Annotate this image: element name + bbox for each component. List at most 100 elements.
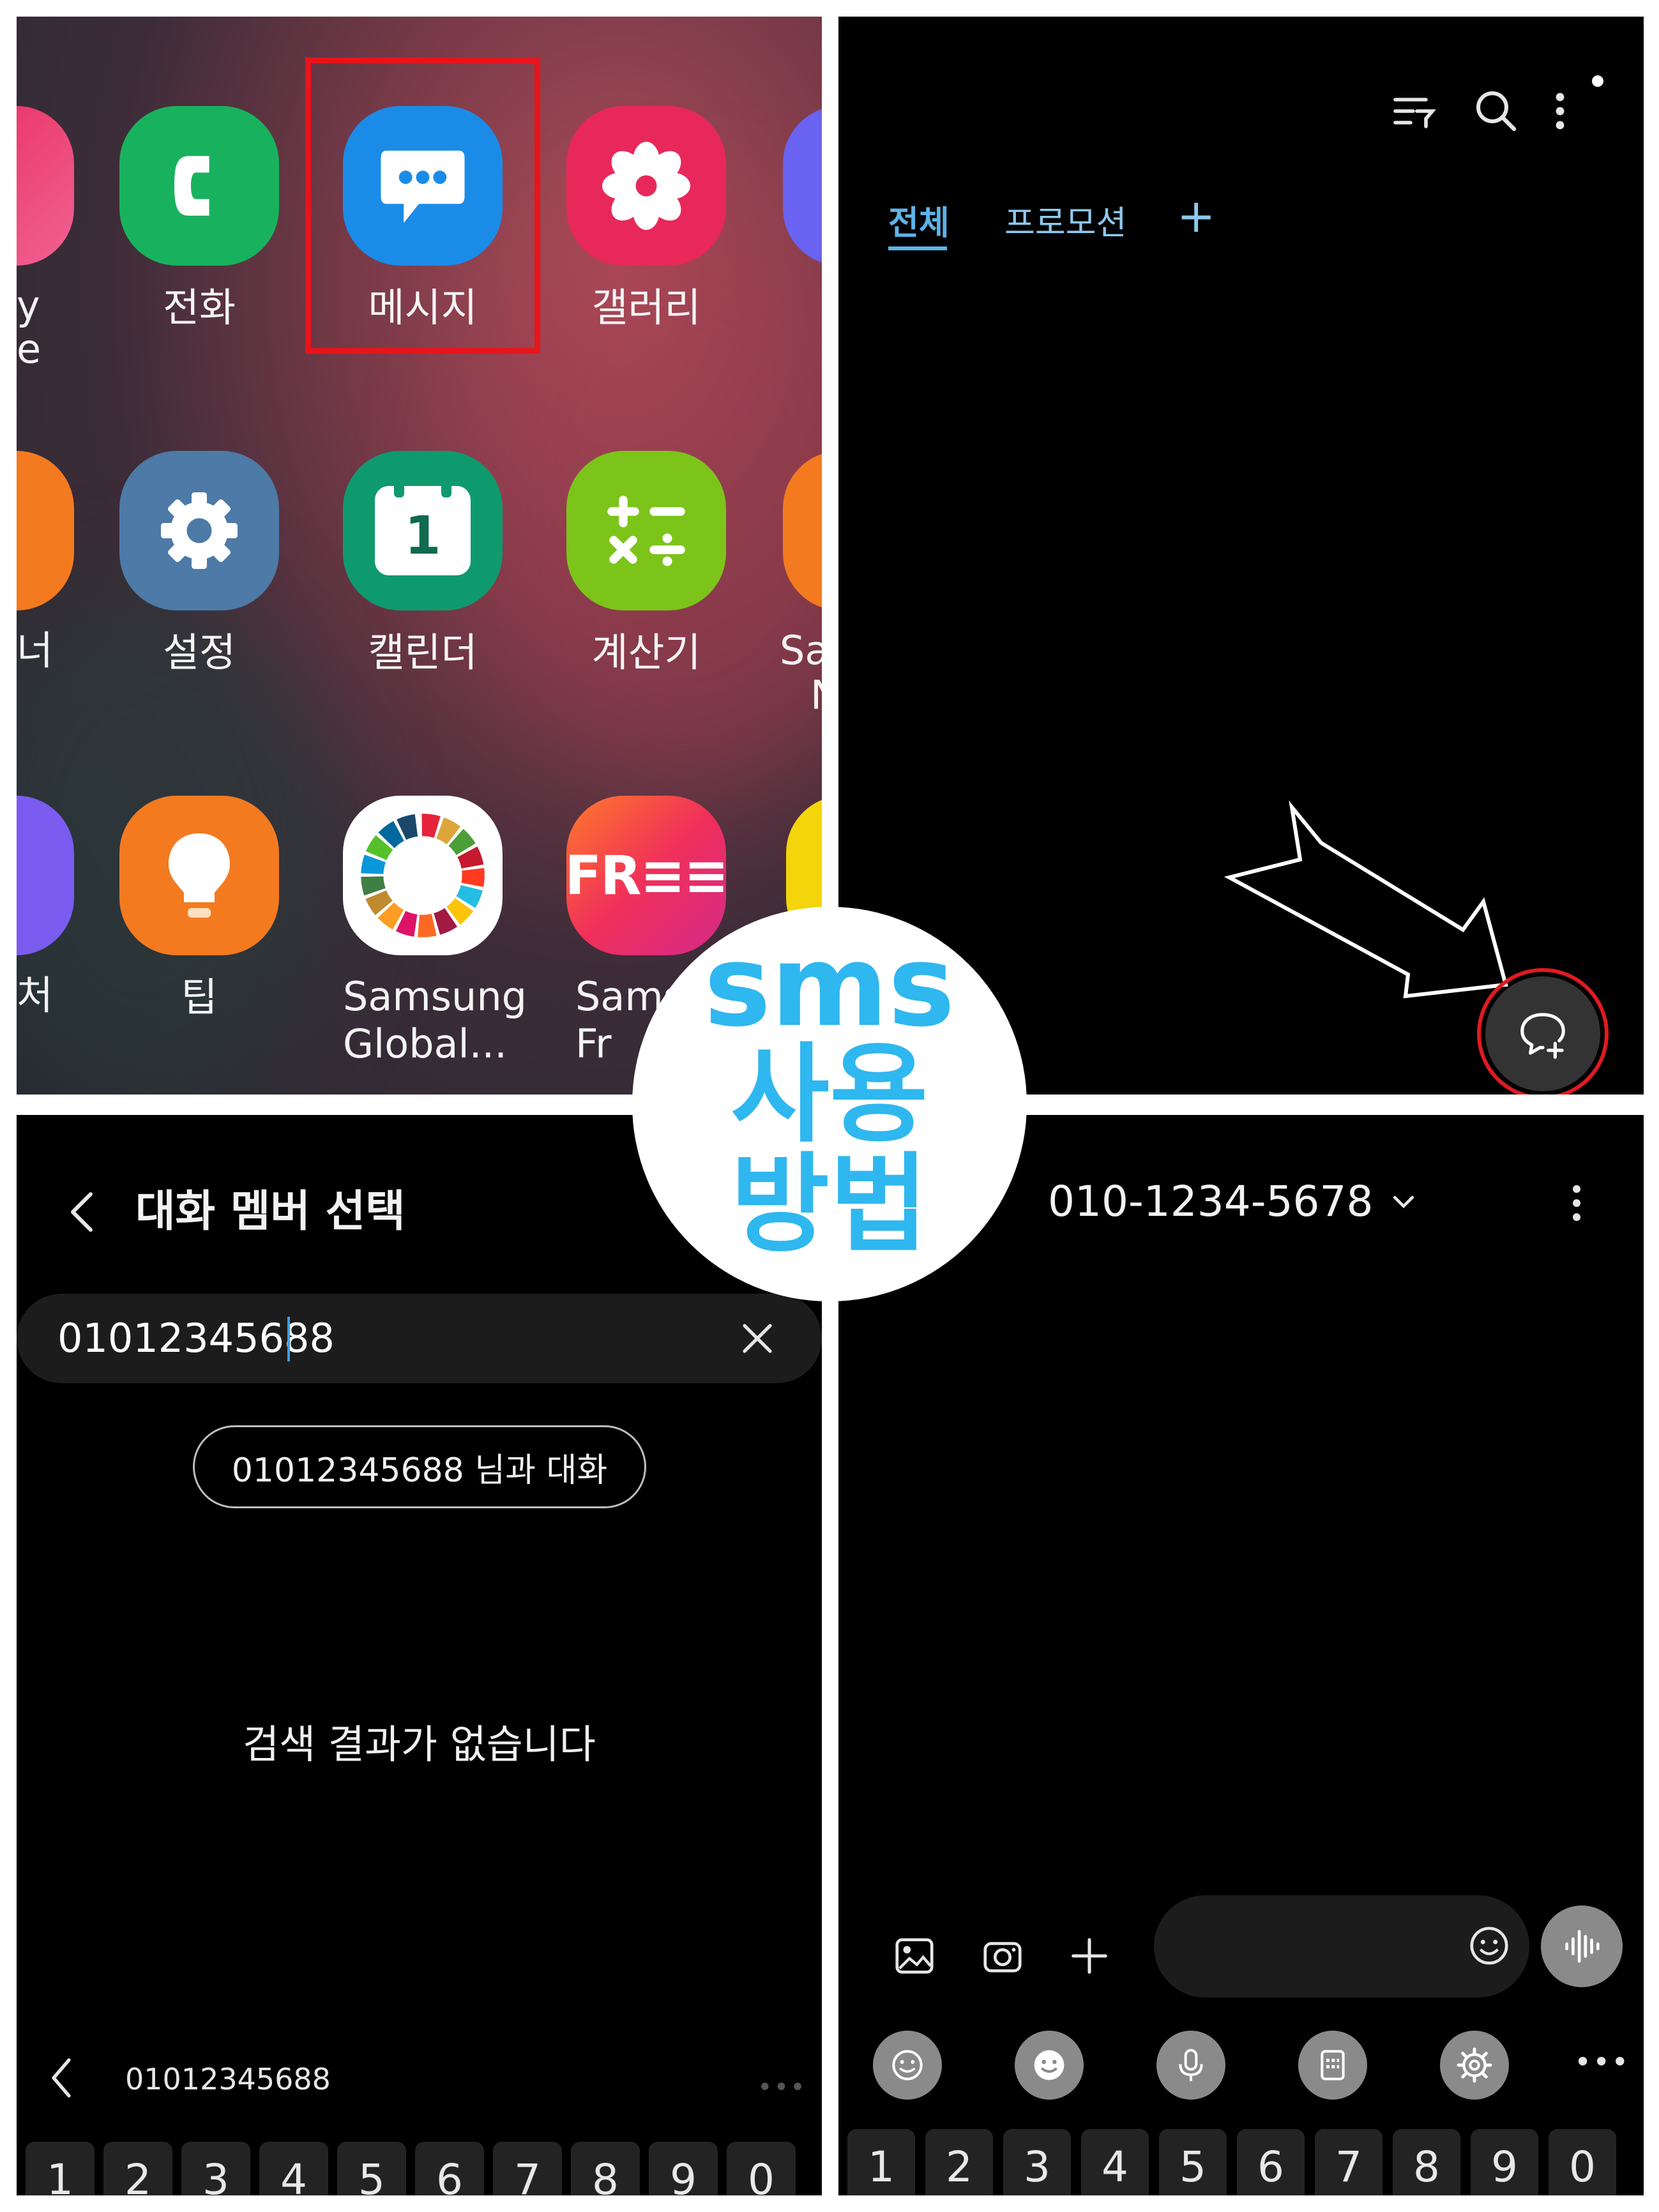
search-input-value: 01012345688 [57, 1315, 335, 1361]
key-7[interactable]: 7 [493, 2142, 562, 2195]
emoji-icon [892, 2050, 923, 2080]
key-8[interactable]: 8 [1393, 2129, 1460, 2195]
free-icon: FR≡≡ [564, 796, 729, 955]
app-calendar[interactable]: 1 캘린더 [343, 451, 503, 677]
key-2[interactable]: 2 [925, 2129, 993, 2195]
badge-line-1: sms [704, 921, 955, 1052]
tab-underline [888, 246, 947, 250]
compose-fab[interactable] [1477, 968, 1609, 1095]
app-label: 설정 [162, 629, 236, 676]
key-0[interactable]: 0 [1549, 2129, 1616, 2195]
emoji-button[interactable] [1467, 1923, 1511, 1968]
calculator-icon [566, 451, 726, 610]
keyboard-back-button[interactable] [49, 2052, 80, 2103]
chat-with-button[interactable]: 01012345688 님과 대화 [193, 1425, 646, 1508]
back-button[interactable] [65, 1186, 103, 1238]
camera-icon [983, 1942, 1022, 1973]
camera-button[interactable] [980, 1934, 1025, 1978]
tab-all-label: 전체 [888, 204, 950, 243]
partial-label: 너 [17, 627, 54, 674]
tab-all[interactable]: 전체 [888, 203, 950, 250]
tab-add[interactable]: + [1177, 193, 1215, 239]
tab-promotion[interactable]: 프로모션 [1004, 203, 1126, 244]
search-icon[interactable] [1471, 86, 1522, 137]
mic-icon [1179, 2049, 1203, 2081]
partial-label: Sa [780, 627, 822, 674]
emoji-icon [1470, 1927, 1508, 1965]
app-gallery[interactable]: 갤러리 [566, 106, 726, 332]
key-3[interactable]: 3 [181, 2142, 250, 2195]
key-2[interactable]: 2 [103, 2142, 172, 2195]
key-5[interactable]: 5 [1159, 2129, 1227, 2195]
partial-app-left-2[interactable] [17, 451, 74, 610]
key-5[interactable]: 5 [337, 2142, 406, 2195]
key-8[interactable]: 8 [571, 2142, 640, 2195]
key-6[interactable]: 6 [1237, 2129, 1305, 2195]
voice-icon [1565, 1930, 1600, 1963]
app-phone[interactable]: 전화 [119, 106, 279, 332]
clear-button[interactable] [738, 1319, 776, 1358]
free-icon-text: FR≡≡ [564, 844, 729, 907]
gallery-button[interactable] [892, 1934, 937, 1978]
key-9[interactable]: 9 [1471, 2129, 1538, 2195]
app-calculator[interactable]: 계산기 [566, 451, 726, 677]
conversation-panel: 010-1234-5678 ••• 1 2 3 4 5 6 7 8 9 0 [838, 1115, 1644, 2195]
calendar-icon: 1 [343, 451, 503, 610]
flower-icon [566, 106, 726, 266]
key-4[interactable]: 4 [1081, 2129, 1149, 2195]
app-settings[interactable]: 설정 [119, 451, 279, 677]
app-tips[interactable]: 팁 [119, 796, 279, 1022]
partial-label: y [17, 282, 40, 329]
fab-bg [1485, 976, 1600, 1091]
more-vert-icon[interactable] [1564, 1178, 1589, 1229]
phone-icon [119, 106, 279, 266]
search-field[interactable]: 01012345688 [17, 1294, 822, 1383]
close-icon [743, 1324, 772, 1353]
key-1[interactable]: 1 [847, 2129, 915, 2195]
contact-number: 010-1234-5678 [1048, 1177, 1374, 1226]
app-label: Samsung Global... [343, 973, 527, 1067]
more-horiz-icon[interactable]: ••• [1574, 2045, 1630, 2079]
kb-clipboard-button[interactable] [1298, 2031, 1367, 2100]
key-3[interactable]: 3 [1003, 2129, 1071, 2195]
partial-app-left-1[interactable] [17, 106, 74, 266]
key-1[interactable]: 1 [26, 2142, 95, 2195]
more-horiz-icon[interactable]: ••• [757, 2073, 807, 2102]
empty-result-text: 검색 결과가 없습니다 [243, 1721, 596, 1768]
more-vert-icon[interactable] [1547, 86, 1598, 137]
contact-header[interactable]: 010-1234-5678 [1048, 1176, 1418, 1227]
key-9[interactable]: 9 [649, 2142, 718, 2195]
app-label: 갤러리 [591, 284, 701, 331]
kb-emoji-button[interactable] [873, 2031, 942, 2100]
kb-sticker-button[interactable] [1015, 2031, 1084, 2100]
message-input[interactable] [1154, 1895, 1529, 1997]
kb-mic-button[interactable] [1156, 2031, 1225, 2100]
clipboard-icon [1321, 2050, 1345, 2080]
partial-label: 처 [17, 972, 54, 1019]
badge-line-2: 사용 [731, 1032, 928, 1157]
tab-promotion-label: 프로모션 [1004, 204, 1127, 243]
app-samsung-global-goals[interactable]: Samsung Global... [343, 796, 527, 1068]
attach-button[interactable] [1067, 1934, 1112, 1978]
voice-button[interactable] [1541, 1905, 1623, 1987]
calendar-day: 1 [404, 505, 441, 566]
sdg-wheel-icon [343, 796, 503, 955]
partial-label: e [17, 326, 42, 372]
key-6[interactable]: 6 [415, 2142, 484, 2195]
kb-settings-button[interactable] [1440, 2031, 1509, 2100]
filter-icon[interactable] [1388, 86, 1439, 137]
new-chat-icon [1520, 1013, 1565, 1059]
sdg-wheel [361, 814, 485, 937]
key-0[interactable]: 0 [727, 2142, 796, 2195]
gear-icon [119, 451, 279, 610]
keyboard-suggestion[interactable]: 01012345688 [125, 2060, 331, 2098]
badge-line-3: 방법 [731, 1142, 928, 1267]
sticker-icon [1034, 2050, 1064, 2080]
key-7[interactable]: 7 [1315, 2129, 1382, 2195]
key-4[interactable]: 4 [259, 2142, 328, 2195]
gallery-icon [895, 1938, 934, 1974]
app-label: 캘린더 [368, 629, 478, 676]
app-label: 계산기 [591, 629, 701, 676]
title-badge: sms 사용 방법 [632, 907, 1027, 1301]
plus-icon [1072, 1938, 1107, 1974]
